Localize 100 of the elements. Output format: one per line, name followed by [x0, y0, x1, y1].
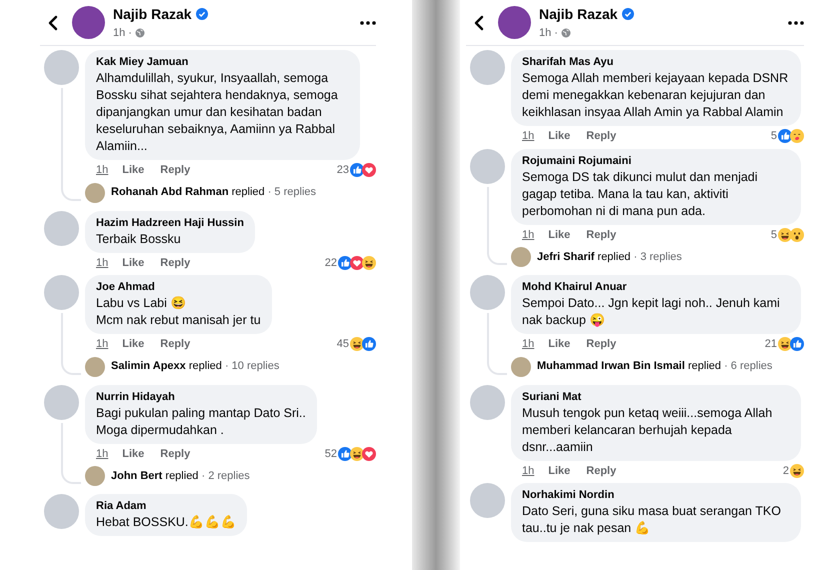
- more-options-icon[interactable]: [360, 20, 376, 24]
- post-time: 1h ·: [539, 26, 558, 41]
- page-name[interactable]: Najib Razak: [539, 4, 618, 25]
- surprised-face-icon: [790, 228, 804, 242]
- comment-time[interactable]: 1h: [96, 446, 108, 462]
- reaction-count: 52: [324, 446, 337, 462]
- laughing-face-icon: [350, 337, 364, 352]
- comment-author[interactable]: Rojumaini Rojumaini: [522, 154, 790, 168]
- like-button[interactable]: Like: [548, 336, 570, 352]
- post-time: 1h ·: [113, 26, 132, 41]
- laughing-face-icon: [362, 256, 376, 270]
- reply-button[interactable]: Reply: [586, 462, 616, 479]
- avatar-placeholder[interactable]: [44, 275, 79, 310]
- comment-time[interactable]: 1h: [522, 336, 534, 352]
- avatar-placeholder[interactable]: [44, 210, 79, 246]
- comment-author[interactable]: Hazim Hadzreen Haji Hussin: [96, 216, 244, 230]
- comment-text: Terbaik Bossku: [96, 230, 182, 248]
- like-button[interactable]: Like: [122, 254, 144, 271]
- comment-time[interactable]: 1h: [96, 254, 108, 271]
- reply-button[interactable]: Reply: [160, 254, 190, 271]
- like-button[interactable]: Like: [548, 226, 570, 243]
- comment-text: Bagi pukulan paling mantap Dato Sri.. Moga dipermudahkan .: [96, 404, 306, 438]
- like-button[interactable]: Like: [548, 128, 570, 144]
- avatar-placeholder[interactable]: [44, 384, 79, 420]
- avatar-placeholder[interactable]: [470, 384, 505, 420]
- avatar-placeholder[interactable]: [44, 494, 79, 529]
- comment-time[interactable]: 1h: [96, 336, 108, 352]
- like-button[interactable]: Like: [548, 462, 570, 479]
- thread-line: [487, 313, 507, 374]
- comment-author[interactable]: Ria Adam: [96, 499, 236, 514]
- comment-time[interactable]: 1h: [522, 128, 534, 144]
- comment-time[interactable]: 1h: [522, 462, 534, 479]
- verified-badge-icon: [622, 8, 634, 20]
- comment-text: Labu vs Labi 😆 Mcm nak rebut manisah jer tu: [96, 295, 261, 329]
- thumbs-up-reaction-icon: [790, 337, 804, 352]
- reaction-count: 5: [770, 228, 777, 242]
- thumbs-up-reaction-icon: [778, 129, 792, 144]
- comment-author[interactable]: Norhakimi Nordin: [522, 488, 790, 503]
- avatar-placeholder: [85, 466, 105, 486]
- comment-text: Hebat BOSSKU.💪💪💪: [96, 514, 236, 531]
- reaction-count: 5: [770, 129, 777, 144]
- more-options-icon[interactable]: [788, 20, 804, 24]
- page-name[interactable]: Najib Razak: [113, 4, 192, 25]
- avatar-placeholder: [85, 356, 105, 376]
- avatar-placeholder[interactable]: [470, 483, 505, 518]
- reply-button[interactable]: Reply: [586, 128, 616, 144]
- avatar-placeholder[interactable]: [44, 50, 79, 85]
- comment-author[interactable]: Suriani Mat: [522, 390, 790, 404]
- heart-reaction-icon: [362, 446, 376, 461]
- thumbs-up-reaction-icon: [350, 163, 364, 178]
- laughing-face-icon: [350, 446, 364, 461]
- heart-reaction-icon: [350, 256, 364, 270]
- reaction-count: 22: [324, 256, 337, 270]
- globe-icon: [560, 28, 571, 38]
- laughing-face-icon: [778, 228, 792, 242]
- avatar-placeholder: [85, 182, 105, 202]
- reply-button[interactable]: Reply: [160, 336, 190, 352]
- reaction-count: 45: [336, 337, 349, 352]
- comment-time[interactable]: 1h: [522, 226, 534, 243]
- comment-author[interactable]: Mohd Khairul Anuar: [522, 280, 790, 295]
- reply-button[interactable]: Reply: [586, 226, 616, 243]
- avatar-placeholder: [511, 356, 531, 376]
- laughing-face-icon: [790, 464, 804, 478]
- comment-text: Dato Seri, guna siku masa buat serangan TKO tau..tu je nak pesan 💪: [522, 503, 782, 537]
- globe-icon: [134, 28, 145, 38]
- replies-link[interactable]: Jefri Sharif replied · 3 replies: [537, 248, 682, 266]
- thread-line: [61, 313, 81, 374]
- thread-line: [61, 422, 81, 484]
- back-icon[interactable]: [48, 14, 58, 30]
- reply-button[interactable]: Reply: [160, 446, 190, 462]
- comment-author[interactable]: Nurrin Hidayah: [96, 390, 306, 404]
- thumbs-up-reaction-icon: [362, 337, 376, 352]
- reply-button[interactable]: Reply: [586, 336, 616, 352]
- comment-author[interactable]: Sharifah Mas Ayu: [522, 55, 790, 70]
- like-button[interactable]: Like: [122, 162, 144, 178]
- profile-avatar-placeholder[interactable]: [498, 6, 531, 39]
- avatar-placeholder[interactable]: [470, 148, 505, 184]
- like-button[interactable]: Like: [122, 336, 144, 352]
- avatar-placeholder[interactable]: [470, 275, 505, 310]
- like-button[interactable]: Like: [122, 446, 144, 462]
- reaction-count: 2: [782, 464, 789, 478]
- heart-reaction-icon: [362, 163, 376, 178]
- comment-author[interactable]: Kak Miey Jamuan: [96, 55, 349, 70]
- comment-text: Alhamdulillah, syukur, Insyaallah, semoga Bossku sihat sejahtera hendaknya, semoga dipanjangkan umur dan kesihatan badan keseluruhan sebaiknya, Aamiinn ya Rabbal Alamiin...: [96, 70, 339, 155]
- replies-link[interactable]: Salimin Apexx replied · 10 replies: [111, 358, 280, 375]
- verified-badge-icon: [196, 8, 208, 20]
- comment-author[interactable]: Joe Ahmad: [96, 280, 261, 295]
- comment-text: Sempoi Dato... Jgn kepit lagi noh.. Jenuh kami nak backup 😜: [522, 295, 781, 329]
- reply-button[interactable]: Reply: [160, 162, 190, 178]
- thumbs-up-reaction-icon: [338, 446, 352, 461]
- comment-text: Semoga DS tak dikunci mulut dan menjadi gagap tetiba. Mana la tau kan, aktiviti perbomohan ni di mana pun ada.: [522, 168, 759, 220]
- reaction-count: 23: [336, 163, 349, 178]
- replies-link[interactable]: Muhammad Irwan Bin Ismail replied · 6 replies: [537, 358, 772, 375]
- comment-time[interactable]: 1h: [96, 162, 108, 178]
- back-icon[interactable]: [474, 14, 484, 30]
- replies-link[interactable]: Rohanah Abd Rahman replied · 5 replies: [111, 184, 316, 201]
- replies-link[interactable]: John Bert replied · 2 replies: [111, 468, 250, 484]
- thumbs-up-reaction-icon: [338, 256, 352, 270]
- profile-avatar-placeholder[interactable]: [72, 6, 105, 39]
- avatar-placeholder[interactable]: [470, 50, 505, 85]
